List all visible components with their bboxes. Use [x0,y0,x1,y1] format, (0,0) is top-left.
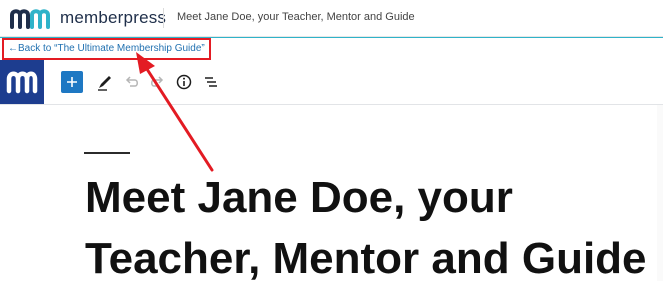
add-block-icon[interactable] [61,71,83,93]
site-logo-icon[interactable] [0,60,44,104]
back-to-guide-link[interactable]: ←Back to “The Ultimate Membership Guide” [2,38,211,60]
scrollbar[interactable] [657,105,663,281]
info-icon[interactable] [173,71,195,93]
editor-toolbar [0,60,663,105]
memberpress-logo-icon[interactable] [10,7,54,29]
separator-block[interactable] [84,152,130,154]
top-bar: memberpress Meet Jane Doe, your Teacher,… [0,0,663,37]
list-view-icon[interactable] [200,71,222,93]
undo-icon[interactable] [121,71,143,93]
edit-pencil-icon[interactable] [94,71,116,93]
brand-name: memberpress [60,8,167,27]
editor-canvas: Meet Jane Doe, your Teacher, Mentor and … [0,105,663,283]
post-headline[interactable]: Meet Jane Doe, your Teacher, Mentor and … [85,167,663,289]
redo-icon[interactable] [146,71,168,93]
back-bar: ←Back to “The Ultimate Membership Guide” [0,37,663,60]
page-title: Meet Jane Doe, your Teacher, Mentor and … [177,11,415,23]
topbar-divider [163,8,164,28]
